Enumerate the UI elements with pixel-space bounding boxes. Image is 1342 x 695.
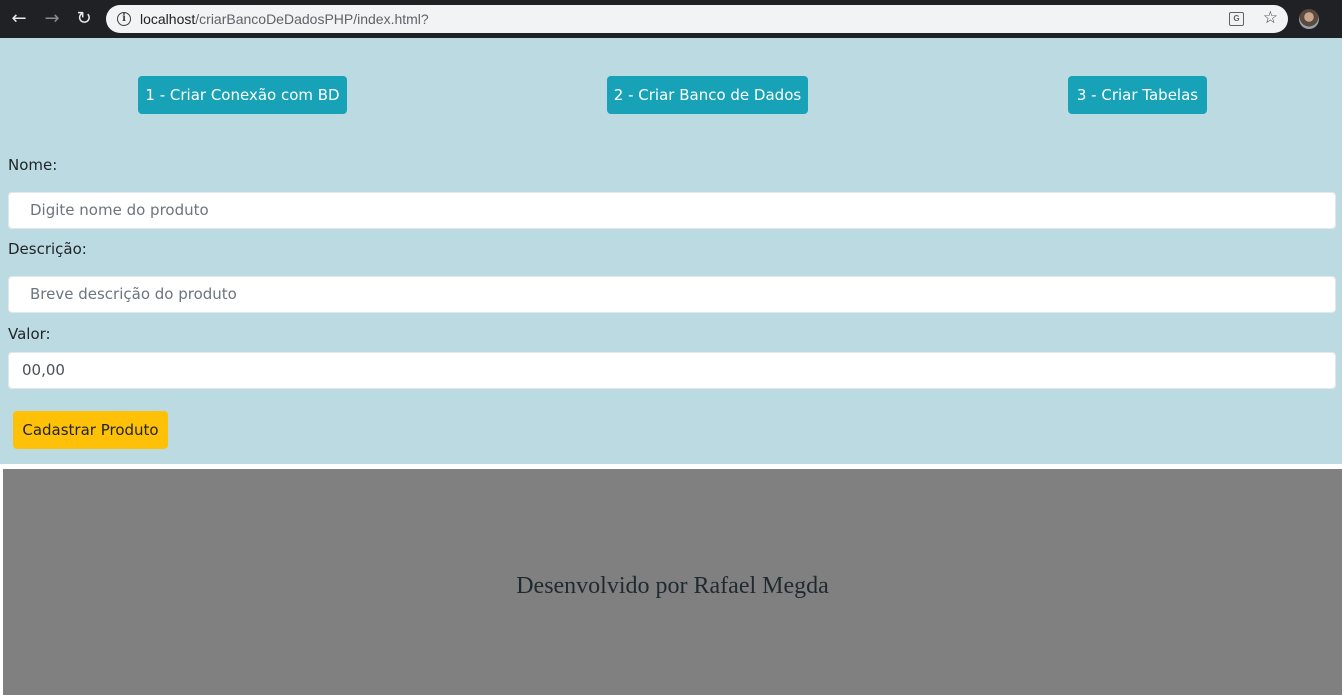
- descricao-label: Descrição:: [8, 240, 87, 258]
- descricao-input[interactable]: Breve descrição do produto: [8, 276, 1336, 313]
- valor-label: Valor:: [8, 325, 51, 343]
- url-host: localhost: [140, 11, 196, 27]
- bookmark-star-icon[interactable]: ☆: [1263, 8, 1278, 28]
- create-database-button[interactable]: 2 - Criar Banco de Dados: [607, 76, 808, 114]
- nome-input[interactable]: Digite nome do produto: [8, 192, 1336, 229]
- footer: Desenvolvido por Rafael Megda: [3, 469, 1342, 695]
- site-info-icon[interactable]: i: [117, 12, 131, 26]
- forward-arrow-icon[interactable]: →: [41, 8, 63, 30]
- footer-credit: Desenvolvido por Rafael Megda: [516, 573, 829, 599]
- valor-input[interactable]: 00,00: [8, 352, 1336, 389]
- create-tables-button[interactable]: 3 - Criar Tabelas: [1068, 76, 1207, 114]
- browser-toolbar: ← → ↻ i localhost/criarBancoDeDadosPHP/i…: [0, 0, 1342, 38]
- back-arrow-icon[interactable]: ←: [8, 8, 30, 30]
- url-path: /criarBancoDeDadosPHP/index.html?: [195, 11, 429, 27]
- reload-icon[interactable]: ↻: [73, 8, 95, 30]
- profile-avatar[interactable]: [1299, 9, 1319, 29]
- create-connection-button[interactable]: 1 - Criar Conexão com BD: [138, 76, 347, 114]
- address-bar[interactable]: i localhost/criarBancoDeDadosPHP/index.h…: [106, 5, 1288, 33]
- main-content: 1 - Criar Conexão com BD 2 - Criar Banco…: [0, 38, 1342, 464]
- nome-label: Nome:: [8, 156, 58, 174]
- translate-icon[interactable]: G: [1229, 12, 1244, 26]
- cadastrar-produto-button[interactable]: Cadastrar Produto: [13, 411, 168, 449]
- url-text[interactable]: localhost/criarBancoDeDadosPHP/index.htm…: [140, 11, 429, 27]
